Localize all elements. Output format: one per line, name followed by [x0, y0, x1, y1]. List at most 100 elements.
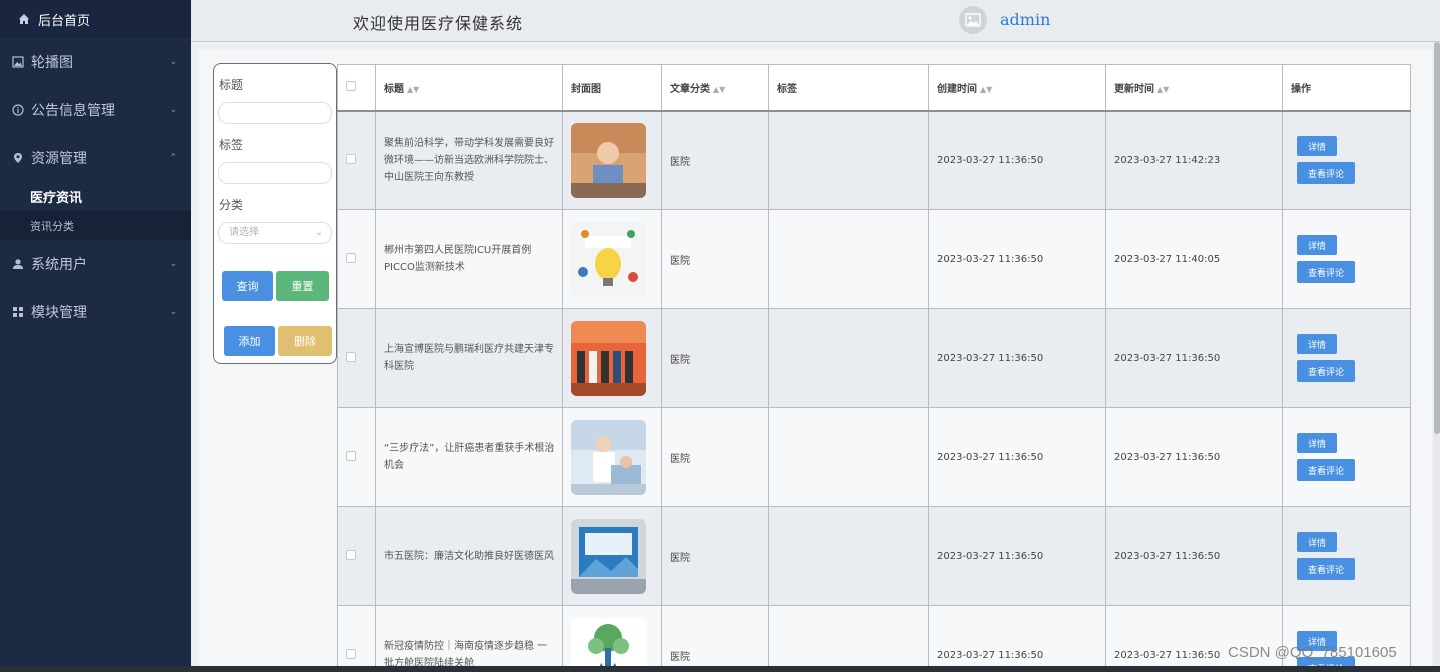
article-title: 聚焦前沿科学，带动学科发展需要良好微环境——访新当选欧洲科学院院士、中山医院王向… [384, 137, 554, 183]
view-comments-button[interactable]: 查看评论 [1297, 558, 1355, 580]
row-checkbox[interactable] [346, 153, 356, 164]
column-header-title[interactable]: 标题 ▲▼ [375, 64, 563, 112]
updated-cell: 2023-03-27 11:36:50 [1105, 506, 1283, 606]
view-comments-button[interactable]: 查看评论 [1297, 360, 1355, 382]
category-cell: 医院 [661, 209, 769, 309]
welcome-text: 欢迎使用医疗保健系统 [353, 14, 524, 33]
cover-cell [562, 308, 662, 408]
sidebar-subitem-medical-news[interactable]: 医疗资讯 [0, 182, 191, 211]
sidebar-subitem-label: 资讯分类 [30, 219, 74, 233]
sidebar-item-notice[interactable]: 公告信息管理 ⌄ [0, 86, 191, 134]
cover-cell [562, 605, 662, 672]
grid-icon [13, 307, 23, 317]
created-cell: 2023-03-27 11:36:50 [928, 506, 1106, 606]
created-cell: 2023-03-27 11:36:50 [928, 209, 1106, 309]
column-header-category[interactable]: 文章分类 ▲▼ [661, 64, 769, 112]
cover-cell [562, 110, 662, 210]
article-title: 郴州市第四人民医院ICU开展首例PICCO监测新技术 [384, 245, 532, 273]
delete-button[interactable]: 删除 [278, 326, 332, 356]
tag-filter-input[interactable] [218, 162, 332, 184]
updated-cell: 2023-03-27 11:42:23 [1105, 110, 1283, 210]
column-header-label: 标签 [777, 83, 797, 95]
add-button[interactable]: 添加 [224, 326, 275, 356]
tags-cell [768, 110, 929, 210]
cover-cell [562, 407, 662, 507]
sidebar-item-resources[interactable]: 资源管理 ⌃ [0, 134, 191, 182]
cover-cell [562, 209, 662, 309]
sidebar-item-home[interactable]: 后台首页 [0, 0, 191, 38]
select-all-checkbox[interactable] [346, 80, 356, 91]
actions-cell: 详情查看评论 [1282, 308, 1411, 408]
title-cell: “三步疗法”，让肝癌患者重获手术根治机会 [375, 407, 563, 507]
tags-cell [768, 407, 929, 507]
reset-button[interactable]: 重置 [276, 271, 329, 301]
chevron-down-icon: ⌄ [169, 307, 177, 317]
cover-image [571, 221, 646, 297]
detail-button[interactable]: 详情 [1297, 334, 1337, 354]
chevron-down-icon: ⌄ [314, 227, 323, 238]
tags-cell [768, 506, 929, 606]
updated-cell: 2023-03-27 11:36:50 [1105, 605, 1283, 672]
row-select-cell [337, 407, 376, 507]
row-checkbox[interactable] [346, 252, 356, 263]
filter-panel: 标题 标签 分类 请选择 ⌄ 查询 重置 添加 删除 [213, 63, 337, 364]
sidebar-item-modules[interactable]: 模块管理 ⌄ [0, 288, 191, 336]
sidebar-item-label: 公告信息管理 [31, 103, 115, 119]
sidebar-item-label: 系统用户 [31, 257, 87, 273]
row-checkbox[interactable] [346, 450, 356, 461]
title-filter-input[interactable] [218, 102, 332, 124]
view-comments-button[interactable]: 查看评论 [1297, 261, 1355, 283]
column-header-label: 更新时间 [1114, 83, 1154, 95]
tags-cell [768, 605, 929, 672]
detail-button[interactable]: 详情 [1297, 235, 1337, 255]
watermark: CSDN @QQ_785101605 [1228, 644, 1397, 661]
sort-icon[interactable]: ▲▼ [980, 85, 992, 94]
top-header: 欢迎使用医疗保健系统 admin [191, 0, 1440, 42]
user-icon [13, 259, 23, 269]
chevron-up-icon: ⌃ [169, 153, 177, 163]
updated-cell: 2023-03-27 11:36:50 [1105, 407, 1283, 507]
row-checkbox[interactable] [346, 648, 356, 659]
sidebar-item-label: 轮播图 [31, 55, 73, 71]
username[interactable]: admin [1000, 10, 1050, 29]
title-cell: 聚焦前沿科学，带动学科发展需要良好微环境——访新当选欧洲科学院院士、中山医院王向… [375, 110, 563, 210]
sidebar-item-system-users[interactable]: 系统用户 ⌄ [0, 240, 191, 288]
location-pin-icon [14, 153, 22, 163]
sidebar-home-label: 后台首页 [38, 13, 91, 29]
column-header-label: 创建时间 [937, 83, 977, 95]
avatar[interactable] [959, 6, 987, 34]
detail-button[interactable]: 详情 [1297, 433, 1337, 453]
sidebar-item-carousel[interactable]: 轮播图 ⌄ [0, 38, 191, 86]
select-all-cell [337, 64, 376, 112]
title-cell: 新冠疫情防控｜海南疫情逐步趋稳 一批方舱医院陆续关舱 [375, 605, 563, 672]
detail-button[interactable]: 详情 [1297, 532, 1337, 552]
chevron-down-icon: ⌄ [169, 57, 177, 67]
view-comments-button[interactable]: 查看评论 [1297, 162, 1355, 185]
row-checkbox[interactable] [346, 351, 356, 362]
view-comments-button[interactable]: 查看评论 [1297, 459, 1355, 481]
tags-cell [768, 308, 929, 408]
chevron-down-icon: ⌄ [169, 259, 177, 269]
sort-icon[interactable]: ▲▼ [713, 85, 725, 94]
row-checkbox[interactable] [346, 549, 356, 560]
table-row: “三步疗法”，让肝癌患者重获手术根治机会 医院 2023-03-27 11:36… [337, 407, 1411, 507]
category-select-placeholder: 请选择 [229, 227, 259, 238]
table-row: 上海宣博医院与鹏瑞利医疗共建天津专科医院 医院 2023-03-27 11:36… [337, 308, 1411, 408]
category-cell: 医院 [661, 110, 769, 210]
sidebar-item-label: 模块管理 [31, 305, 87, 321]
sort-icon[interactable]: ▲▼ [407, 85, 419, 94]
category-cell: 医院 [661, 308, 769, 408]
sort-icon[interactable]: ▲▼ [1157, 85, 1169, 94]
created-cell: 2023-03-27 11:36:50 [928, 407, 1106, 507]
detail-button[interactable]: 详情 [1297, 136, 1337, 157]
search-button[interactable]: 查询 [222, 271, 273, 301]
sidebar-subitem-news-category[interactable]: 资讯分类 [0, 211, 191, 240]
bottom-bar [0, 666, 1440, 672]
column-header-updated[interactable]: 更新时间 ▲▼ [1105, 64, 1283, 112]
column-header-created[interactable]: 创建时间 ▲▼ [928, 64, 1106, 112]
title-cell: 上海宣博医院与鹏瑞利医疗共建天津专科医院 [375, 308, 563, 408]
home-icon [19, 14, 29, 24]
cover-cell [562, 506, 662, 606]
page-scrollbar-thumb[interactable] [1434, 42, 1440, 434]
category-select[interactable]: 请选择 ⌄ [218, 222, 332, 244]
